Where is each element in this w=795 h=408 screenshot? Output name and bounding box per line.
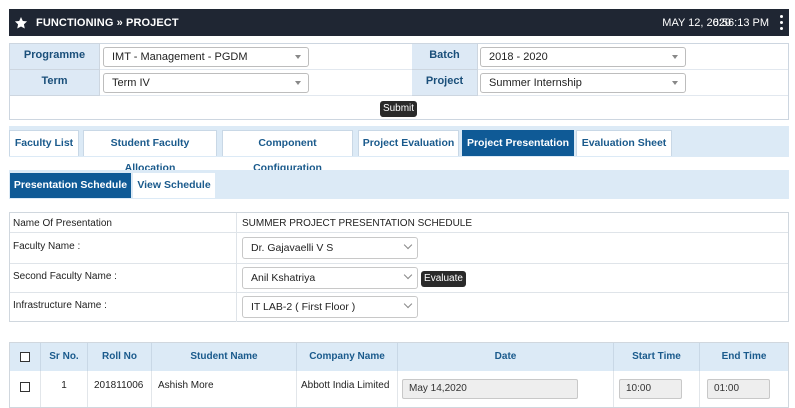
tab-student-faculty-allocation[interactable]: Student Faculty Allocation xyxy=(83,130,217,174)
faculty-name-value: Dr. Gajavaelli V S xyxy=(251,242,334,254)
more-menu-icon[interactable] xyxy=(778,15,784,30)
evaluate-button[interactable]: Evaluate xyxy=(421,271,466,287)
col-date: Date xyxy=(398,343,614,371)
caret-down-icon xyxy=(295,55,301,59)
date-input[interactable]: May 14,2020 xyxy=(402,379,578,399)
tab-project-evaluation[interactable]: Project Evaluation xyxy=(358,130,459,156)
page-title: FUNCTIONING » PROJECT xyxy=(36,16,179,29)
col-start-time: Start Time xyxy=(614,343,700,371)
infrastructure-label: Infrastructure Name : xyxy=(13,300,107,311)
main-tab-strip: Faculty List Student Faculty Allocation … xyxy=(9,126,789,174)
batch-select[interactable]: 2018 - 2020 xyxy=(480,47,686,67)
select-all-checkbox[interactable] xyxy=(20,352,30,362)
header-time: 6:56:13 PM xyxy=(712,16,769,29)
term-label: Term xyxy=(10,70,100,96)
caret-down-icon xyxy=(295,81,301,85)
project-select[interactable]: Summer Internship xyxy=(480,73,686,93)
col-sr-no: Sr No. xyxy=(41,343,88,371)
presentation-name-value: SUMMER PROJECT PRESENTATION SCHEDULE xyxy=(242,218,473,229)
col-student-name: Student Name xyxy=(152,343,297,371)
programme-select-value: IMT - Management - PGDM xyxy=(112,51,248,63)
caret-down-icon xyxy=(672,55,678,59)
second-faculty-row: Second Faculty Name : Anil Kshatriya Eva… xyxy=(10,264,788,293)
chevron-down-icon xyxy=(403,270,413,280)
second-faculty-label: Second Faculty Name : xyxy=(13,271,117,282)
tab-presentation-schedule[interactable]: Presentation Schedule xyxy=(10,173,131,198)
programme-select[interactable]: IMT - Management - PGDM xyxy=(103,47,309,67)
tab-view-schedule[interactable]: View Schedule xyxy=(133,173,215,198)
chevron-down-icon xyxy=(403,299,413,309)
second-faculty-value: Anil Kshatriya xyxy=(251,272,316,284)
cell-company-name: Abbott India Limited xyxy=(297,371,398,407)
presentation-name-row: Name Of Presentation SUMMER PROJECT PRES… xyxy=(10,213,788,233)
filter-row-term: Term Term IV Project Summer Internship xyxy=(10,70,788,96)
submit-button[interactable]: Submit xyxy=(380,101,417,117)
faculty-name-select[interactable]: Dr. Gajavaelli V S xyxy=(242,237,418,259)
programme-label: Programme xyxy=(10,44,100,70)
presentation-form: Name Of Presentation SUMMER PROJECT PRES… xyxy=(9,212,789,322)
infrastructure-value: IT LAB-2 ( First Floor ) xyxy=(251,301,356,313)
cell-student-name: Ashish More xyxy=(152,371,297,407)
tab-project-presentation[interactable]: Project Presentation xyxy=(462,130,574,156)
faculty-name-row: Faculty Name : Dr. Gajavaelli V S xyxy=(10,233,788,264)
filter-row-programme: Programme IMT - Management - PGDM Batch … xyxy=(10,44,788,70)
cell-roll-no: 201811006 xyxy=(88,371,152,407)
star-icon[interactable] xyxy=(14,15,30,31)
batch-select-value: 2018 - 2020 xyxy=(489,51,548,63)
infrastructure-row: Infrastructure Name : IT LAB-2 ( First F… xyxy=(10,293,788,322)
top-header-bar: FUNCTIONING » PROJECT MAY 12, 2020 6:56:… xyxy=(9,9,789,36)
col-end-time: End Time xyxy=(721,351,767,362)
second-faculty-select[interactable]: Anil Kshatriya xyxy=(242,267,418,289)
start-time-input[interactable]: 10:00 xyxy=(619,379,682,399)
caret-down-icon xyxy=(672,81,678,85)
chevron-down-icon xyxy=(403,240,413,250)
sub-tab-strip: Presentation Schedule View Schedule xyxy=(9,170,789,199)
batch-label: Batch xyxy=(412,44,478,70)
col-company-name: Company Name xyxy=(297,343,398,371)
infrastructure-select[interactable]: IT LAB-2 ( First Floor ) xyxy=(242,296,418,318)
project-label: Project xyxy=(412,70,478,96)
end-time-input[interactable]: 01:00 xyxy=(707,379,770,399)
table-row: 1 201811006 Ashish More Abbott India Lim… xyxy=(10,371,788,407)
schedule-table: Sr No. Roll No Student Name Company Name… xyxy=(9,342,789,408)
row-checkbox[interactable] xyxy=(20,382,30,392)
faculty-name-label: Faculty Name : xyxy=(13,241,81,252)
col-roll-no: Roll No xyxy=(88,343,152,371)
filter-panel: Programme IMT - Management - PGDM Batch … xyxy=(9,43,789,120)
term-select[interactable]: Term IV xyxy=(103,73,309,93)
tab-evaluation-sheet[interactable]: Evaluation Sheet xyxy=(576,130,672,156)
tab-component-configuration[interactable]: Component Configuration xyxy=(222,130,353,174)
project-select-value: Summer Internship xyxy=(489,77,582,89)
tab-faculty-list[interactable]: Faculty List xyxy=(9,130,79,156)
presentation-name-label: Name Of Presentation xyxy=(13,218,112,229)
submit-row: Submit xyxy=(10,97,788,119)
cell-sr-no: 1 xyxy=(41,371,88,407)
table-header: Sr No. Roll No Student Name Company Name… xyxy=(10,343,788,371)
term-select-value: Term IV xyxy=(112,77,150,89)
